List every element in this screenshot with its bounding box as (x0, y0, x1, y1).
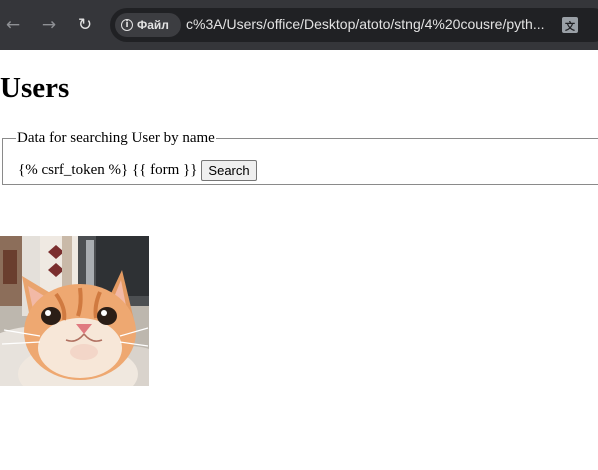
forward-button[interactable]: → (36, 12, 62, 38)
reload-button[interactable]: ↻ (72, 12, 98, 38)
translate-icon[interactable]: 文 (562, 17, 578, 33)
cat-photo (0, 236, 149, 386)
search-form: {% csrf_token %} {{ form }} Search (18, 160, 257, 181)
back-button[interactable]: ← (0, 12, 26, 38)
site-info-label: Файл (137, 18, 169, 32)
arrow-right-icon: → (41, 15, 57, 35)
url-text[interactable]: c%3A/Users/office/Desktop/atoto/stng/4%2… (186, 16, 556, 32)
arrow-left-icon: ← (5, 15, 21, 35)
search-fieldset: Data for searching User by name {% csrf_… (2, 130, 598, 185)
page-title: Users (0, 72, 70, 104)
cat-photo-image (0, 236, 149, 386)
search-button[interactable]: Search (201, 160, 257, 181)
info-icon: i (121, 19, 133, 31)
reload-icon: ↻ (77, 15, 93, 35)
site-info-chip[interactable]: i Файл (115, 13, 181, 37)
template-text: {% csrf_token %} {{ form }} (18, 162, 198, 178)
browser-toolbar: ← → ↻ i Файл c%3A/Users/office/Desktop/a… (0, 0, 598, 50)
address-bar[interactable]: i Файл c%3A/Users/office/Desktop/atoto/s… (110, 8, 598, 42)
fieldset-legend: Data for searching User by name (17, 130, 215, 146)
